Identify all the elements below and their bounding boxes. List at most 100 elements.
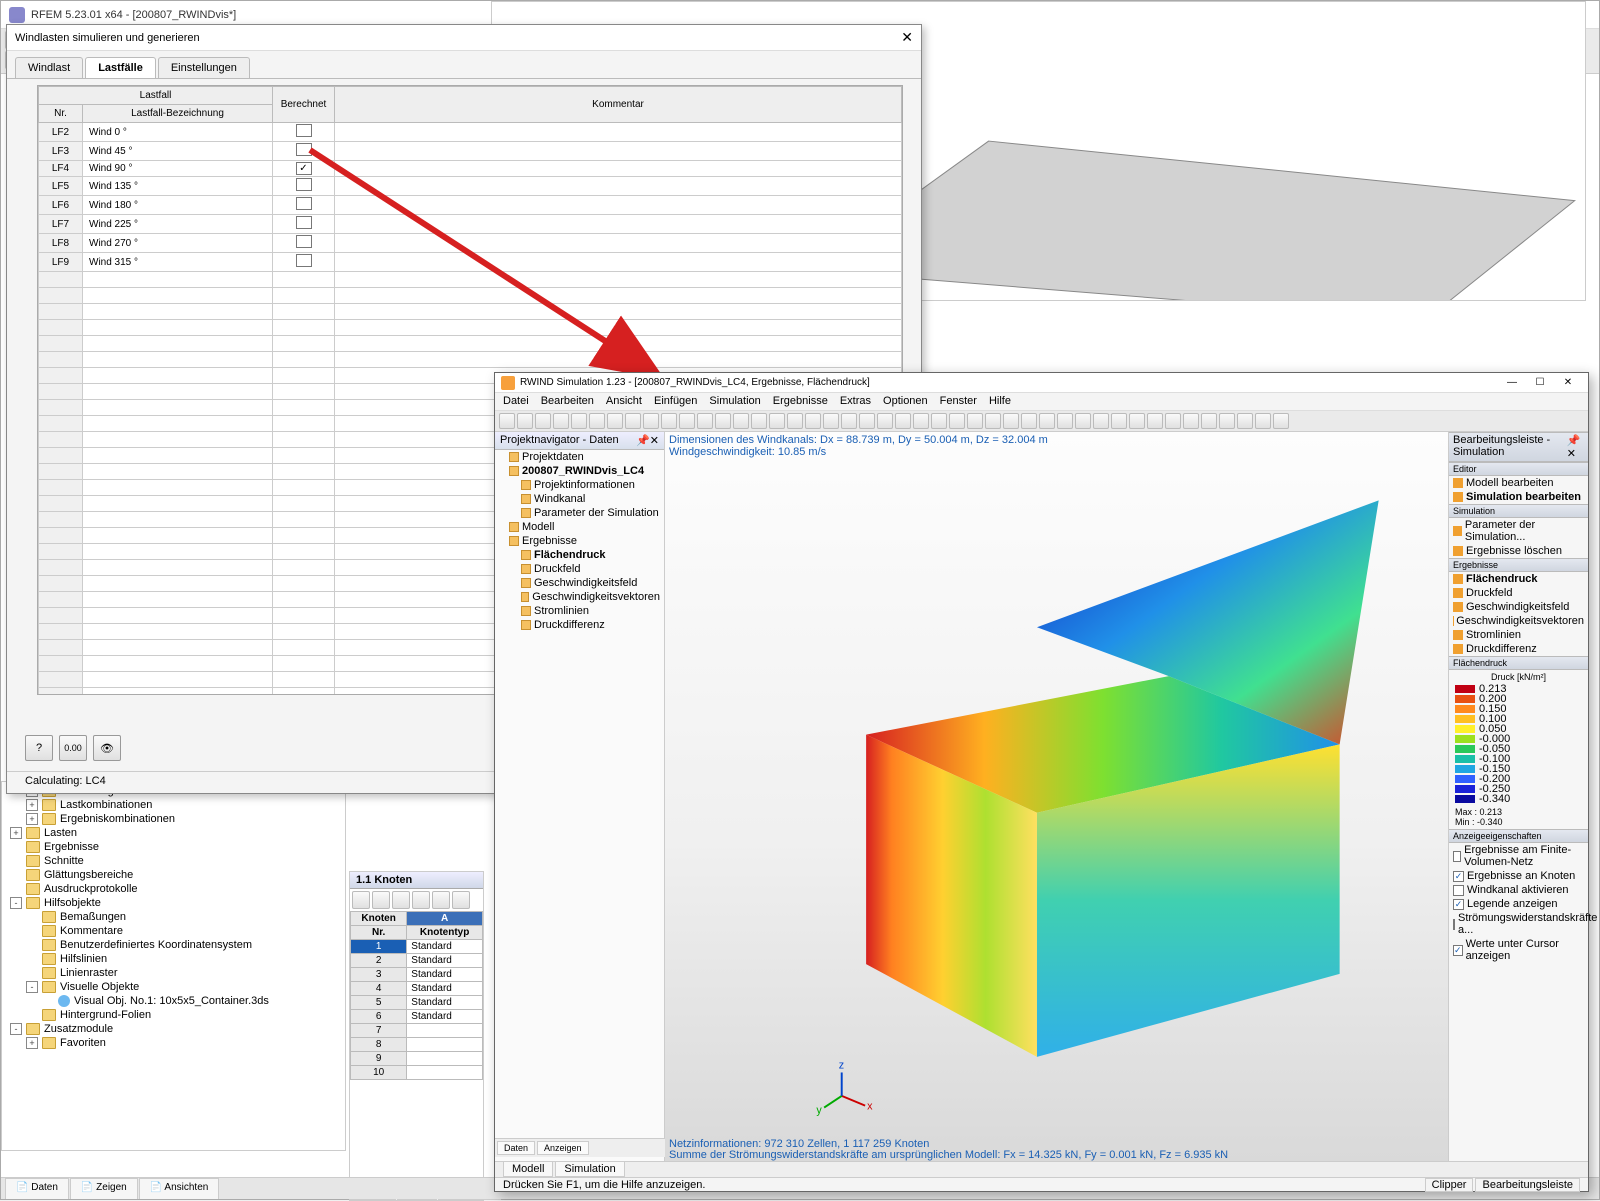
option-checkbox[interactable] <box>1453 945 1463 956</box>
rfem-bottom-tab[interactable]: 📄 Daten <box>5 1178 69 1199</box>
rwind-toolbar-button[interactable] <box>1093 413 1109 429</box>
menu-item[interactable]: Datei <box>503 395 529 408</box>
tree-item[interactable]: Hintergrund-Folien <box>4 1008 343 1022</box>
rwind-toolbar-button[interactable] <box>1147 413 1163 429</box>
help-button[interactable]: ? <box>25 735 53 761</box>
tree-item[interactable]: Schnitte <box>4 854 343 868</box>
rwind-toolbar-button[interactable] <box>877 413 893 429</box>
rwind-toolbar-button[interactable] <box>913 413 929 429</box>
rwind-toolbar-button[interactable] <box>949 413 965 429</box>
rwind-toolbar-button[interactable] <box>733 413 749 429</box>
berechnet-checkbox[interactable] <box>296 124 312 137</box>
rfem-bottom-tab[interactable]: 📄 Zeigen <box>70 1178 138 1199</box>
table-row[interactable]: 7 <box>351 1024 483 1038</box>
menu-item[interactable]: Ansicht <box>606 395 642 408</box>
rwind-nav-item[interactable]: 200807_RWINDvis_LC4 <box>495 464 664 478</box>
rwind-nav-pin-icon[interactable]: 📌✕ <box>636 434 659 447</box>
display-option[interactable]: Windkanal aktivieren <box>1449 883 1588 897</box>
rwind-nav-tab[interactable]: Anzeigen <box>537 1141 589 1155</box>
rwind-toolbar-button[interactable] <box>607 413 623 429</box>
tree-expander[interactable]: - <box>10 897 22 909</box>
tree-item[interactable]: Glättungsbereiche <box>4 868 343 882</box>
rwind-toolbar-button[interactable] <box>1057 413 1073 429</box>
rwind-nav-item[interactable]: Windkanal <box>495 492 664 506</box>
berechnet-checkbox[interactable] <box>296 254 312 267</box>
tree-item[interactable]: -Zusatzmodule <box>4 1022 343 1036</box>
rwind-toolbar-button[interactable] <box>1237 413 1253 429</box>
rwind-nav-item[interactable]: Geschwindigkeitsfeld <box>495 576 664 590</box>
side-item[interactable]: Flächendruck <box>1449 572 1588 586</box>
loadcase-row[interactable]: LF9Wind 315 ° <box>39 253 902 272</box>
loadcase-row[interactable]: LF4Wind 90 ° <box>39 161 902 177</box>
rwind-nav-item[interactable]: Projektinformationen <box>495 478 664 492</box>
dialog-tab[interactable]: Windlast <box>15 57 83 78</box>
loadcase-row[interactable]: LF2Wind 0 ° <box>39 123 902 142</box>
tree-item[interactable]: Ausdruckprotokolle <box>4 882 343 896</box>
berechnet-checkbox[interactable] <box>296 197 312 210</box>
rwind-toolbar-button[interactable] <box>1255 413 1271 429</box>
menu-item[interactable]: Fenster <box>940 395 977 408</box>
option-checkbox[interactable] <box>1453 871 1464 882</box>
rwind-3d-viewport[interactable]: Dimensionen des Windkanals: Dx = 88.739 … <box>665 432 1448 1174</box>
dialog-tab[interactable]: Lastfälle <box>85 57 156 78</box>
rwind-toolbar-button[interactable] <box>787 413 803 429</box>
side-item[interactable]: Ergebnisse löschen <box>1449 544 1588 558</box>
rwind-toolbar-button[interactable] <box>535 413 551 429</box>
tree-item[interactable]: +Favoriten <box>4 1036 343 1050</box>
rwind-toolbar-button[interactable] <box>931 413 947 429</box>
menu-item[interactable]: Bearbeiten <box>541 395 594 408</box>
menu-item[interactable]: Extras <box>840 395 871 408</box>
rwind-close-button[interactable]: ✕ <box>1554 375 1582 391</box>
menu-item[interactable]: Optionen <box>883 395 928 408</box>
table-row[interactable]: 4Standard <box>351 982 483 996</box>
rwind-nav-item[interactable]: Ergebnisse <box>495 534 664 548</box>
rwind-maximize-button[interactable]: ☐ <box>1526 375 1554 391</box>
table-row[interactable]: 8 <box>351 1038 483 1052</box>
knoten-table[interactable]: Knoten A Nr. Knotentyp 1Standard2Standar… <box>350 911 483 1080</box>
berechnet-checkbox[interactable] <box>296 178 312 191</box>
rwind-toolbar-button[interactable] <box>517 413 533 429</box>
rwind-toolbar-button[interactable] <box>571 413 587 429</box>
tree-expander[interactable]: + <box>26 813 38 825</box>
rwind-toolbar-button[interactable] <box>859 413 875 429</box>
rwind-toolbar-button[interactable] <box>553 413 569 429</box>
display-option[interactable]: Ergebnisse an Knoten <box>1449 869 1588 883</box>
rwind-nav-item[interactable]: Projektdaten <box>495 450 664 464</box>
rwind-side-panel[interactable]: Bearbeitungsleiste - Simulation📌✕ Editor… <box>1448 432 1588 1174</box>
rwind-nav-item[interactable]: Modell <box>495 520 664 534</box>
rwind-minimize-button[interactable]: — <box>1498 375 1526 391</box>
loadcase-row[interactable]: LF3Wind 45 ° <box>39 142 902 161</box>
rwind-toolbar-button[interactable] <box>679 413 695 429</box>
table-row[interactable]: 1Standard <box>351 940 483 954</box>
knoten-toolbar-button[interactable] <box>432 891 450 909</box>
rwind-toolbar-button[interactable] <box>1039 413 1055 429</box>
berechnet-checkbox[interactable] <box>296 216 312 229</box>
rwind-toolbar-button[interactable] <box>1219 413 1235 429</box>
table-row[interactable]: 2Standard <box>351 954 483 968</box>
option-checkbox[interactable] <box>1453 851 1461 862</box>
berechnet-checkbox[interactable] <box>296 162 312 175</box>
side-item[interactable]: Geschwindigkeitsvektoren <box>1449 614 1588 628</box>
berechnet-checkbox[interactable] <box>296 143 312 156</box>
knoten-toolbar-button[interactable] <box>412 891 430 909</box>
option-checkbox[interactable] <box>1453 885 1464 896</box>
loadcase-row[interactable]: LF6Wind 180 ° <box>39 196 902 215</box>
rwind-view-tab[interactable]: Modell <box>503 1162 553 1177</box>
side-item[interactable]: Parameter der Simulation... <box>1449 518 1588 544</box>
rwind-toolbar-button[interactable] <box>589 413 605 429</box>
side-item[interactable]: Druckfeld <box>1449 586 1588 600</box>
rwind-toolbar-button[interactable] <box>805 413 821 429</box>
menu-item[interactable]: Einfügen <box>654 395 697 408</box>
rwind-toolbar-button[interactable] <box>643 413 659 429</box>
rfem-bottom-tab[interactable]: 📄 Ansichten <box>139 1178 220 1199</box>
rwind-menubar[interactable]: Datei Bearbeiten Ansicht Einfügen Simulation… <box>495 393 1588 411</box>
side-item[interactable]: Modell bearbeiten <box>1449 476 1588 490</box>
display-option[interactable]: Strömungswiderstandskräfte a... <box>1449 911 1588 937</box>
tree-item[interactable]: +Lasten <box>4 826 343 840</box>
knoten-toolbar-button[interactable] <box>352 891 370 909</box>
menu-item[interactable]: Simulation <box>709 395 760 408</box>
rwind-nav-item[interactable]: Flächendruck <box>495 548 664 562</box>
rwind-toolbar-button[interactable] <box>967 413 983 429</box>
tree-item[interactable]: Ergebnisse <box>4 840 343 854</box>
rwind-toolbar-button[interactable] <box>751 413 767 429</box>
